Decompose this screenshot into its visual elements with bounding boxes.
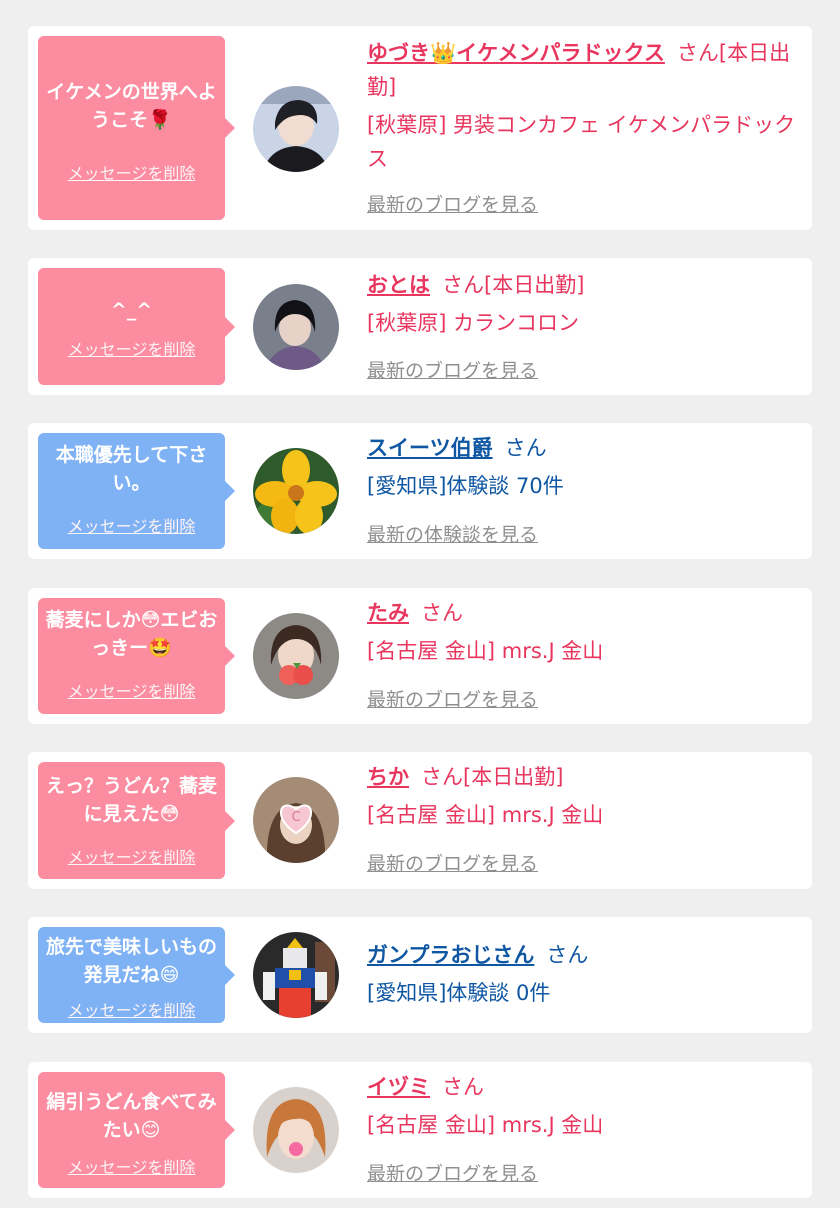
work-status: [本日出勤] [463,765,564,789]
message-card: えっ？うどん？蕎麦に見えた😳 メッセージを削除 C ちか さん[本日出勤] [名古… [28,752,812,889]
shop-info: [秋葉原] 男装コンカフェ イケメンパラドックス [367,113,796,171]
message-card: イケメンの世界へようこそ🌹 メッセージを削除 ゆづき👑イケメンパラドックス さん[… [28,26,812,230]
message-card: 旅先で美味しいもの発見だね😄 メッセージを削除 ガンプラおじさん さん [愛知県]… [28,917,812,1033]
shop-info: [名古屋 金山] mrs.J 金山 [367,1113,604,1137]
message-bubble: えっ？うどん？蕎麦に見えた😳 メッセージを削除 [38,762,235,879]
person-heart-sticker-avatar[interactable]: C [253,777,339,863]
person-peach-sticker-avatar[interactable] [253,613,339,699]
message-text: ^_^ [110,299,153,321]
message-bubble: 蕎麦にしか😳エビおっきー🤩 メッセージを削除 [38,598,235,714]
entry-info: スイーツ伯爵 さん [愛知県]体験談 70件 [367,431,802,503]
message-text: 蕎麦にしか😳エビおっきー🤩 [45,609,218,659]
honorific: さん [421,765,463,789]
person-dark-hair-avatar[interactable] [253,86,339,172]
shop-info: [名古屋 金山] mrs.J 金山 [367,639,604,663]
entry-info: ちか さん[本日出勤] [名古屋 金山] mrs.J 金山 [367,760,802,832]
message-text: 本職優先して下さい。 [55,444,208,494]
profile-name-link[interactable]: ガンプラおじさん [367,943,534,967]
honorific: さん [421,601,463,625]
entry-info: たみ さん [名古屋 金山] mrs.J 金山 [367,596,802,668]
entry-info: イヅミ さん [名古屋 金山] mrs.J 金山 [367,1070,802,1142]
profile-name-link[interactable]: スイーツ伯爵 [367,436,493,460]
blog-link[interactable]: 最新のブログを見る [367,356,538,383]
person-orange-hair-avatar[interactable] [253,1087,339,1173]
delete-message-link[interactable]: メッセージを削除 [38,513,225,537]
honorific: さん [676,41,719,65]
blog-link[interactable]: 最新のブログを見る [367,190,538,217]
honorific: さん [546,943,589,967]
honorific: さん [442,1075,484,1099]
message-card: 本職優先して下さい。 メッセージを削除 スイーツ伯爵 さん [愛知県]体験談 70… [28,423,812,559]
shop-info: [名古屋 金山] mrs.J 金山 [367,803,604,827]
profile-name-link[interactable]: たみ [367,601,409,625]
delete-message-link[interactable]: メッセージを削除 [38,160,225,184]
blog-link[interactable]: 最新のブログを見る [367,849,538,876]
profile-name-link[interactable]: ゆづき👑イケメンパラドックス [367,41,665,65]
blog-link[interactable]: 最新のブログを見る [367,1159,538,1186]
shop-info: [愛知県]体験談 0件 [367,981,551,1005]
message-text: 絹引うどん食べてみたい😊 [46,1091,217,1141]
entry-info: ゆづき👑イケメンパラドックス さん[本日出勤] [秋葉原] 男装コンカフェ イケメ… [367,36,802,176]
delete-message-link[interactable]: メッセージを削除 [38,1154,225,1178]
entry-info: ガンプラおじさん さん [愛知県]体験談 0件 [367,938,802,1010]
delete-message-link[interactable]: メッセージを削除 [38,678,225,702]
message-bubble: 本職優先して下さい。 メッセージを削除 [38,433,235,549]
blog-link[interactable]: 最新のブログを見る [367,685,538,712]
experience-link[interactable]: 最新の体験談を見る [367,520,538,547]
honorific: さん [442,273,484,297]
honorific: さん [504,436,547,460]
yellow-flower-avatar[interactable] [253,448,339,534]
message-card: ^_^ メッセージを削除 おとは さん[本日出勤] [秋葉原] カランコロン 最新… [28,258,812,395]
entry-info: おとは さん[本日出勤] [秋葉原] カランコロン [367,268,802,340]
message-bubble: イケメンの世界へようこそ🌹 メッセージを削除 [38,36,235,220]
svg-text:C: C [291,810,300,825]
message-text: えっ？うどん？蕎麦に見えた😳 [45,775,217,825]
profile-name-link[interactable]: イヅミ [367,1075,430,1099]
delete-message-link[interactable]: メッセージを削除 [38,336,225,360]
person-black-bob-avatar[interactable] [253,284,339,370]
message-bubble: 旅先で美味しいもの発見だね😄 メッセージを削除 [38,927,235,1023]
shop-info: [愛知県]体験談 70件 [367,474,564,498]
delete-message-link[interactable]: メッセージを削除 [38,844,225,868]
message-text: 旅先で美味しいもの発見だね😄 [45,936,217,986]
profile-name-link[interactable]: ちか [367,765,409,789]
work-status: [本日出勤] [484,273,585,297]
robot-model-avatar[interactable] [253,932,339,1018]
shop-info: [秋葉原] カランコロン [367,311,580,335]
message-bubble: 絹引うどん食べてみたい😊 メッセージを削除 [38,1072,235,1188]
profile-name-link[interactable]: おとは [367,273,430,297]
message-bubble: ^_^ メッセージを削除 [38,268,235,385]
message-card: 蕎麦にしか😳エビおっきー🤩 メッセージを削除 たみ さん [名古屋 金山] mrs… [28,588,812,724]
message-card: 絹引うどん食べてみたい😊 メッセージを削除 イヅミ さん [名古屋 金山] mrs… [28,1062,812,1198]
delete-message-link[interactable]: メッセージを削除 [38,997,225,1021]
message-text: イケメンの世界へようこそ🌹 [46,81,217,131]
